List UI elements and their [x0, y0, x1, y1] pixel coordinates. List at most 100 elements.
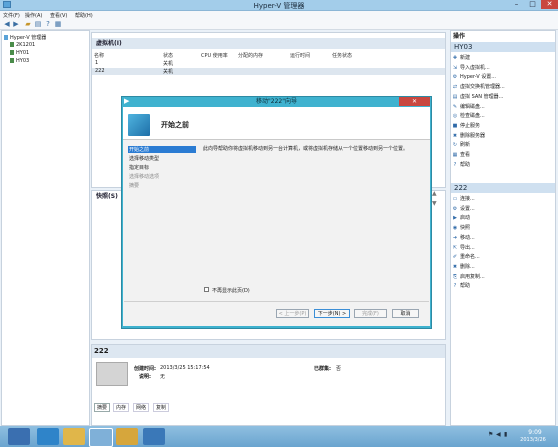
action-item[interactable]: ✎ 编辑磁盘...	[452, 103, 485, 110]
view-icon: ▦	[452, 152, 458, 158]
step-choose-move-type[interactable]: 选择移动类型	[129, 155, 159, 162]
tree-item-label: HY03	[16, 58, 30, 64]
tree-item-2k1201[interactable]: 2K1201	[10, 42, 35, 48]
action-item[interactable]: ⇄ 虚拟交换机管理器...	[452, 83, 505, 90]
action-item[interactable]: ⚙ Hyper-V 设置...	[452, 73, 496, 80]
back-icon[interactable]: ◀	[3, 20, 11, 28]
column-memory[interactable]: 分配的内存	[238, 52, 263, 59]
hyperv-manager-taskbar-icon[interactable]	[89, 428, 113, 447]
action-item[interactable]: ↻ 刷新	[452, 141, 470, 148]
help-icon[interactable]: ?	[44, 20, 52, 28]
column-uptime[interactable]: 运行时间	[290, 52, 310, 59]
dialog-title: 移动"222"向导	[256, 98, 297, 105]
finish-button[interactable]: 完成(F)	[354, 309, 387, 318]
actions-host-section[interactable]: HY03	[451, 42, 555, 52]
forward-icon[interactable]: ▶	[12, 20, 20, 28]
clock-date[interactable]: 2013/3/26	[512, 437, 554, 443]
step-summary: 摘要	[129, 183, 140, 189]
title-bar: Hyper-V 管理器 – □ ✕	[0, 0, 558, 11]
action-item[interactable]: ⎘ 启用复制...	[452, 273, 485, 280]
menu-file[interactable]: 文件(F)	[3, 12, 20, 19]
next-button[interactable]: 下一步(N) >	[314, 309, 350, 318]
panel-scroll-up-icon[interactable]: ▲	[432, 190, 441, 198]
column-task[interactable]: 任务状态	[332, 52, 352, 59]
help-icon: ?	[453, 161, 457, 168]
vm-name: 222	[95, 68, 105, 74]
tab-network[interactable]: 网络	[133, 403, 150, 412]
action-label: 虚拟交换机管理器...	[460, 84, 505, 91]
action-label: 设置...	[460, 205, 475, 212]
action-item[interactable]: ▦ 查看	[452, 151, 470, 158]
flag-icon[interactable]: ⚑	[488, 431, 493, 438]
tree-item-hy03[interactable]: HY03	[10, 58, 29, 64]
action-item[interactable]: ✐ 重命名...	[452, 253, 480, 260]
step-before-you-begin[interactable]: 开始之前	[128, 146, 196, 153]
action-item[interactable]: ◎ 检查磁盘...	[452, 112, 485, 119]
action-item[interactable]: ▶ 启动	[452, 214, 470, 221]
action-item[interactable]: ▤ 虚拟 SAN 管理器...	[452, 93, 504, 100]
folder-icon[interactable]: ▰	[24, 20, 32, 28]
console-icon[interactable]: ▦	[54, 20, 62, 28]
action-item[interactable]: ➜ 移动...	[452, 234, 475, 241]
maximize-button[interactable]: □	[525, 0, 540, 9]
action-item[interactable]: ? 帮助	[452, 282, 470, 289]
action-item[interactable]: ✚ 新建	[452, 54, 470, 61]
properties-icon[interactable]: ▤	[34, 20, 42, 28]
actions-header: 操作	[453, 33, 466, 40]
dialog-close-button[interactable]: ✕	[399, 97, 430, 106]
action-item[interactable]: ⇲ 导入虚拟机...	[452, 64, 490, 71]
tab-summary[interactable]: 摘要	[94, 403, 111, 412]
action-item[interactable]: ⚙ 设置...	[452, 205, 475, 212]
volume-icon[interactable]: ◀	[496, 431, 501, 438]
action-label: 连接...	[460, 196, 475, 202]
column-name[interactable]: 名称	[94, 52, 104, 59]
file-explorer-icon[interactable]	[63, 428, 85, 445]
notes-value: 无	[160, 374, 166, 380]
vm-name: 1	[95, 60, 99, 66]
tab-memory[interactable]: 内存	[113, 403, 130, 412]
dont-show-checkbox[interactable]	[204, 287, 209, 292]
tree-item-hy01[interactable]: HY01	[10, 50, 29, 56]
vm-row[interactable]: 1 关机	[92, 60, 445, 67]
created-value: 2013/3/25 15:17:54	[160, 365, 210, 371]
menu-action[interactable]: 操作(A)	[25, 12, 42, 19]
action-label: 帮助	[460, 161, 471, 168]
panel-scroll-down-icon[interactable]: ▼	[432, 200, 441, 208]
vm-row-selected[interactable]: 222 关机	[92, 68, 445, 75]
network-taskbar-icon[interactable]	[143, 428, 165, 445]
action-item[interactable]: ✖ 删除...	[452, 263, 475, 270]
server-manager-icon[interactable]	[37, 428, 59, 445]
network-icon[interactable]: ▮	[504, 431, 507, 438]
cancel-button[interactable]: 取消	[392, 309, 419, 318]
action-item[interactable]: ■ 停止服务	[452, 122, 480, 129]
action-item[interactable]: ▭ 连接...	[452, 195, 475, 202]
start-icon[interactable]	[8, 428, 30, 445]
previous-button[interactable]: < 上一步(P)	[276, 309, 309, 318]
step-specify-destination[interactable]: 指定目标	[129, 164, 149, 171]
snapshot-icon: ◉	[452, 225, 458, 232]
action-label: 删除服务器	[460, 132, 486, 139]
minimize-button[interactable]: –	[509, 0, 524, 9]
dialog-description: 此向导帮助你将虚拟机移动到另一台计算机，或将虚拟机存储从一个位置移动到另一个位置…	[203, 146, 409, 152]
tree-root[interactable]: Hyper-V 管理器	[4, 34, 46, 41]
action-item[interactable]: ? 帮助	[452, 161, 470, 168]
action-item[interactable]: ⇱ 导出...	[452, 244, 475, 251]
actions-vm-section[interactable]: 222	[451, 183, 555, 193]
close-button[interactable]: ✕	[541, 0, 558, 9]
action-label: Hyper-V 设置...	[460, 74, 496, 81]
snapshot-panel-title: 快照(S)	[96, 193, 118, 200]
column-state[interactable]: 状态	[163, 52, 173, 59]
dialog-heading: 开始之前	[161, 121, 189, 129]
action-item[interactable]: ✖ 删除服务器	[452, 132, 485, 139]
folder-taskbar-icon[interactable]	[116, 428, 138, 445]
action-label: 虚拟 SAN 管理器...	[460, 93, 504, 100]
action-label: 编辑磁盘...	[460, 103, 485, 110]
clock-time[interactable]: 9:09	[520, 429, 550, 436]
column-cpu[interactable]: CPU 使用率	[201, 52, 228, 59]
action-item[interactable]: ◉ 快照	[452, 224, 470, 231]
action-label: 停止服务	[460, 122, 481, 129]
menu-help[interactable]: 帮助(H)	[75, 12, 93, 19]
menu-view[interactable]: 查看(V)	[50, 12, 67, 19]
settings-icon: ⚙	[452, 205, 458, 212]
tab-replication[interactable]: 复制	[153, 403, 170, 412]
